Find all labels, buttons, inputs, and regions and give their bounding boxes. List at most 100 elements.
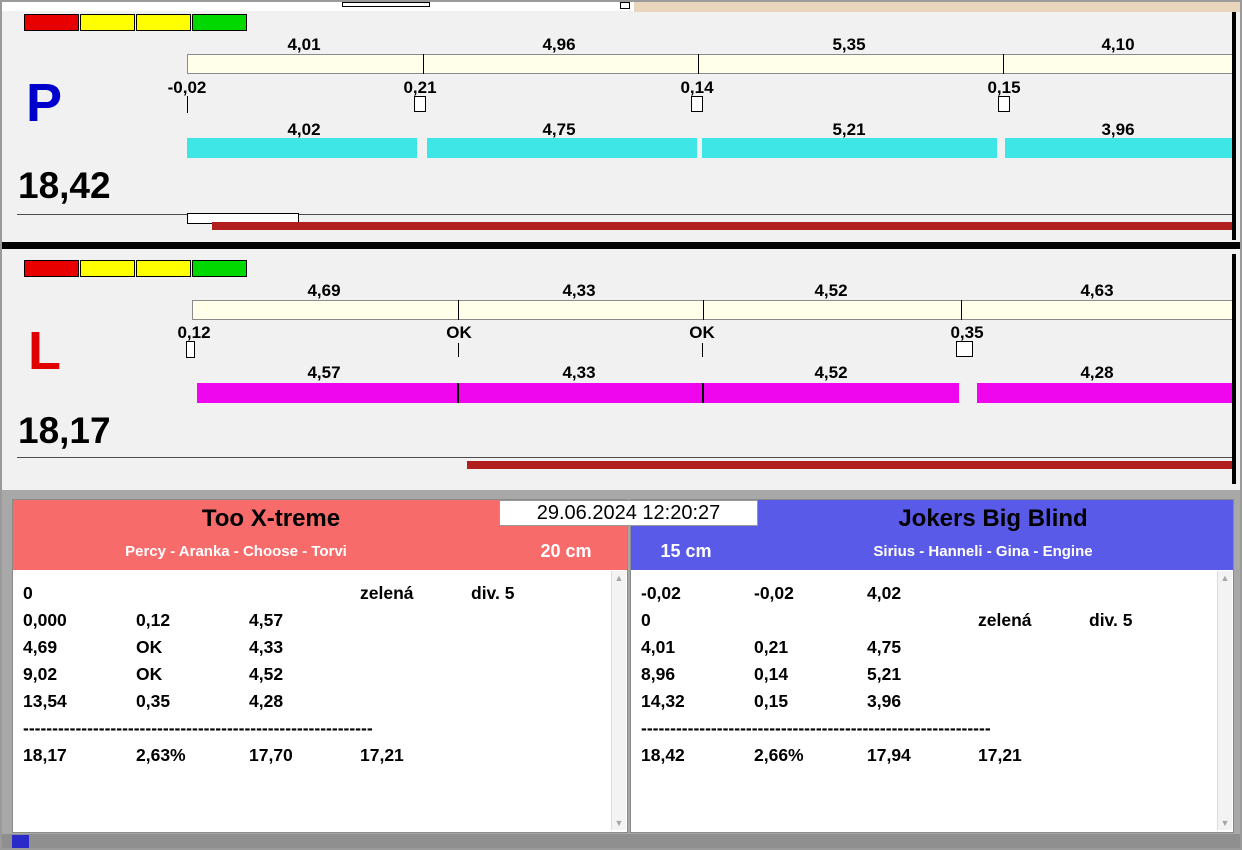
top-strip-white	[2, 2, 634, 11]
team-panel-left: Too X-treme Percy - Aranka - Choose - To…	[12, 499, 628, 833]
result-cell: 0,12	[136, 610, 171, 630]
p-checkpoint-delta: -0,02	[167, 78, 207, 97]
result-cell: OK	[136, 664, 163, 684]
l-segment-time-upper: 4,63	[1080, 281, 1114, 300]
result-row: 13,54 0,35 4,28	[23, 691, 611, 718]
result-cell: -0,02	[754, 583, 794, 603]
result-cell: 0	[23, 583, 33, 603]
p-status-light-yellow	[136, 14, 191, 31]
p-segment-time-lower: 5,21	[832, 120, 866, 139]
p-lane-letter: P	[26, 73, 63, 133]
scroll-down-icon[interactable]: ▼	[1218, 818, 1232, 828]
left-team-name: Too X-treme	[201, 505, 341, 532]
track-divider	[458, 300, 459, 320]
track-divider	[1003, 54, 1004, 74]
result-cell: 2,66%	[754, 745, 804, 765]
result-cell: 5,21	[867, 664, 902, 684]
result-cell: OK	[136, 637, 163, 657]
scroll-down-icon[interactable]: ▼	[612, 818, 626, 828]
p-segment-time-lower: 3,96	[1101, 120, 1135, 139]
p-status-light-green	[192, 14, 247, 31]
p-status-light-red	[24, 14, 79, 31]
p-segment-time-lower: 4,02	[287, 120, 321, 139]
l-segment-bar	[197, 383, 457, 403]
result-total-row: 18,17 2,63% 17,70 17,21	[23, 745, 611, 772]
result-cell: 4,28	[249, 691, 284, 711]
lane-separator	[2, 242, 1240, 249]
result-cell: 4,69	[23, 637, 58, 657]
right-results-text[interactable]: -0,02 -0,02 4,02 0 zelená div. 5 4,01 0,21 4,7…	[631, 570, 1217, 831]
lane-right-border	[1232, 12, 1236, 240]
p-penalty-checkbox[interactable]	[414, 96, 426, 112]
left-panel-scrollbar[interactable]: ▲ ▼	[611, 571, 626, 830]
result-row: 0 zelená div. 5	[641, 610, 1217, 637]
p-segment-time-upper: 5,35	[832, 35, 866, 54]
result-row: 0,000 0,12 4,57	[23, 610, 611, 637]
l-status-light-yellow	[80, 260, 135, 277]
result-cell: 0,35	[136, 691, 171, 711]
result-divider-row: ----------------------------------------…	[23, 718, 611, 745]
l-segment-time-upper: 4,33	[562, 281, 596, 300]
scroll-up-icon[interactable]: ▲	[612, 573, 626, 583]
result-cell: div. 5	[471, 583, 515, 603]
l-status-light-green	[192, 260, 247, 277]
result-cell: 3,96	[867, 691, 902, 711]
right-panel-scrollbar[interactable]: ▲ ▼	[1217, 571, 1232, 830]
run-timestamp: 29.06.2024 12:20:27	[499, 500, 758, 526]
result-cell: 0,15	[754, 691, 789, 711]
l-checkpoint-delta: OK	[446, 323, 472, 342]
l-segment-bar	[704, 383, 959, 403]
l-segment-time-lower: 4,57	[307, 363, 341, 382]
result-cell: 18,17	[23, 745, 67, 765]
result-cell: 17,70	[249, 745, 293, 765]
bottom-status-bar	[2, 834, 1240, 848]
result-cell: 4,52	[249, 664, 284, 684]
l-segment-time-lower: 4,33	[562, 363, 596, 382]
result-cell: ----------------------------------------…	[23, 718, 373, 738]
result-row: 9,02 OK 4,52	[23, 664, 611, 691]
background-window-fragment	[620, 2, 630, 9]
result-row: -0,02 -0,02 4,02	[641, 583, 1217, 610]
p-penalty-checkbox[interactable]	[998, 96, 1010, 112]
background-window-strip	[634, 2, 1240, 12]
result-cell: 4,01	[641, 637, 676, 657]
l-segment-bar	[977, 383, 1234, 403]
result-cell: 9,02	[23, 664, 58, 684]
result-cell: 4,33	[249, 637, 284, 657]
result-cell: 0	[641, 610, 651, 630]
result-cell: 17,21	[978, 745, 1022, 765]
p-upper-track-bar	[187, 54, 1234, 74]
l-status-light-red	[24, 260, 79, 277]
result-cell: div. 5	[1089, 610, 1133, 630]
left-height-class: 20 cm	[540, 541, 592, 561]
right-team-name: Jokers Big Blind	[898, 505, 1088, 532]
p-status-light-yellow	[80, 14, 135, 31]
track-divider	[698, 54, 699, 74]
background-window-fragment	[342, 2, 430, 7]
l-penalty-checkbox[interactable]	[956, 341, 973, 357]
l-penalty-checkbox[interactable]	[186, 341, 195, 358]
l-segment-bar	[459, 383, 702, 403]
segment-bar-divider	[457, 383, 459, 403]
result-row: 8,96 0,14 5,21	[641, 664, 1217, 691]
l-checkpoint-delta: 0,35	[950, 323, 984, 342]
p-segment-time-upper: 4,96	[542, 35, 576, 54]
status-square-blue	[12, 835, 29, 848]
l-checkpoint-tick	[458, 343, 459, 357]
p-penalty-checkbox[interactable]	[691, 96, 703, 112]
result-cell: 4,57	[249, 610, 284, 630]
scroll-up-icon[interactable]: ▲	[1218, 573, 1232, 583]
p-segment-bar	[1005, 138, 1234, 158]
result-total-row: 18,42 2,66% 17,94 17,21	[641, 745, 1217, 772]
l-status-light-yellow	[136, 260, 191, 277]
result-cell: zelená	[978, 610, 1032, 630]
track-divider	[703, 300, 704, 320]
result-cell: zelená	[360, 583, 414, 603]
result-row: 4,69 OK 4,33	[23, 637, 611, 664]
lane-p-section: 4,01 4,96 5,35 4,10 -0,02 0,21 0,14 0,15…	[2, 12, 1240, 242]
segment-bar-divider	[702, 383, 704, 403]
left-results-text[interactable]: 0 zelená div. 5 0,000 0,12 4,57 4,69 OK 4,33 9…	[13, 570, 611, 831]
lane-l-section: 4,69 4,33 4,52 4,63 0,12 OK OK 0,35 4,57…	[2, 252, 1240, 484]
result-row: 4,01 0,21 4,75	[641, 637, 1217, 664]
p-checkpoint-tick	[187, 96, 188, 113]
